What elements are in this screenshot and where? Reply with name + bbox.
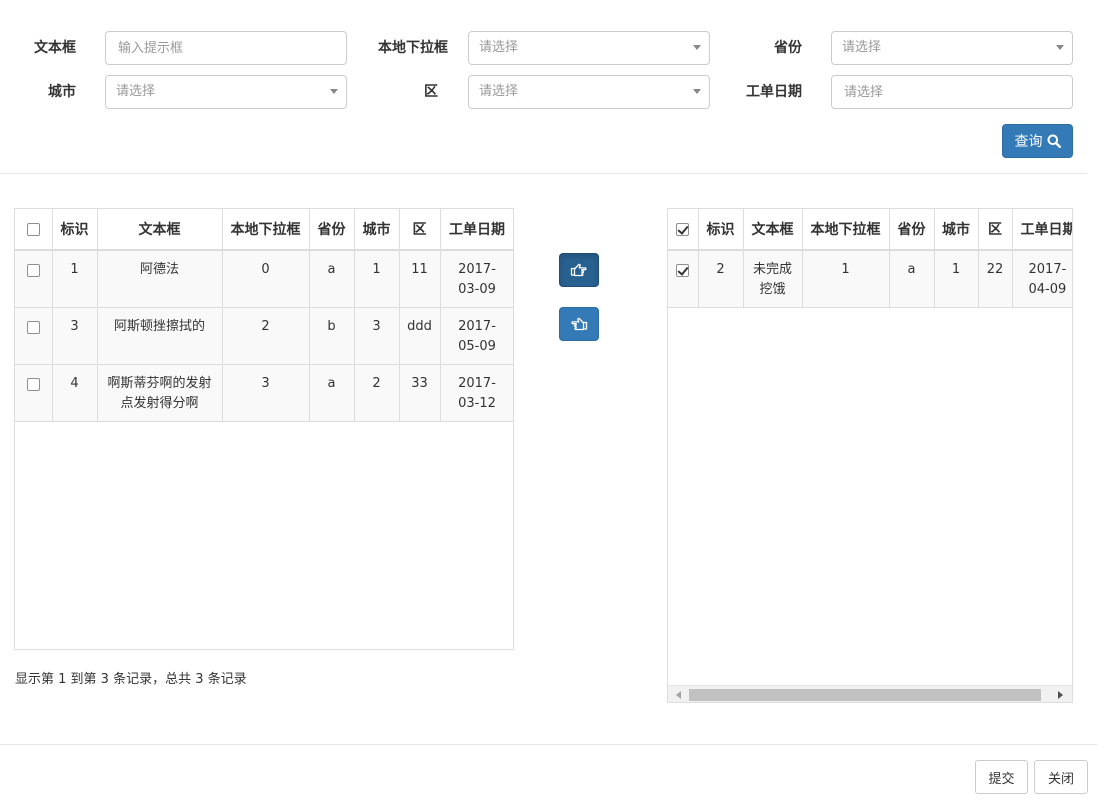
cell-local: 3 [222,364,310,422]
cell-district: 22 [978,250,1013,308]
cell-date: 2017- 04-09 [1012,250,1072,308]
table-row[interactable]: 3 阿斯顿挫擦拭的 2 b 3 ddd 2017- 05-09 [15,307,513,365]
cell-text: 阿德法 [97,250,223,308]
cell-city: 1 [354,250,400,308]
cell-province: a [309,250,355,308]
close-button[interactable]: 关闭 [1034,760,1088,794]
cell-id: 4 [52,364,98,422]
city-label: 城市 [48,84,76,100]
cell-district: ddd [399,307,441,365]
footer-divider [0,744,1097,745]
header-checkbox-cell [15,209,53,251]
row-checkbox-cell [15,250,53,308]
move-left-button[interactable] [559,307,599,341]
local-dropdown-label: 本地下拉框 [378,40,448,56]
row-checkbox[interactable] [676,264,690,277]
col-date[interactable]: 工单日期 [440,209,513,251]
right-table-header: 标识 文本框 本地下拉框 省份 城市 区 工单日期 [668,209,1072,251]
cell-local: 1 [802,250,890,308]
row-checkbox[interactable] [26,264,40,277]
divider [0,173,1087,174]
right-table: 标识 文本框 本地下拉框 省份 城市 区 工单日期 2 未完成挖饿 1 a 1 … [667,208,1073,703]
table-row[interactable]: 2 未完成挖饿 1 a 1 22 2017- 04-09 [668,250,1072,308]
move-right-button[interactable] [559,253,599,287]
select-all-checkbox[interactable] [26,222,40,236]
district-label: 区 [424,84,438,100]
chevron-down-icon [693,45,701,50]
scroll-right-icon[interactable] [1058,691,1063,699]
query-button-label: 查询 [1014,134,1043,150]
cell-district: 11 [399,250,441,308]
col-city[interactable]: 城市 [354,209,400,251]
left-table-header: 标识 文本框 本地下拉框 省份 城市 区 工单日期 [15,209,513,251]
col-text[interactable]: 文本框 [743,209,803,251]
text-box-label: 文本框 [34,40,76,56]
cell-id: 3 [52,307,98,365]
cell-date: 2017- 03-09 [440,250,513,308]
query-button[interactable]: 查询 [1002,124,1073,158]
province-select[interactable]: 请选择 [831,31,1073,65]
chevron-down-icon [1056,45,1064,50]
district-placeholder: 请选择 [479,84,519,99]
cell-date: 2017- 03-12 [440,364,513,422]
cell-province: a [309,364,355,422]
local-dropdown-select[interactable]: 请选择 [468,31,710,65]
work-date-label: 工单日期 [746,84,802,100]
header-checkbox-cell [668,209,699,251]
province-placeholder: 请选择 [842,40,882,55]
horizontal-scrollbar[interactable] [668,685,1072,702]
col-local[interactable]: 本地下拉框 [802,209,890,251]
city-select[interactable]: 请选择 [105,75,347,109]
col-city[interactable]: 城市 [934,209,979,251]
cell-province: b [309,307,355,365]
province-label: 省份 [774,40,802,56]
cell-city: 2 [354,364,400,422]
chevron-down-icon [693,89,701,94]
select-all-checkbox[interactable] [676,222,690,236]
pagination-info: 显示第 1 到第 3 条记录，总共 3 条记录 [15,672,247,687]
row-checkbox-cell [15,307,53,365]
left-table: 标识 文本框 本地下拉框 省份 城市 区 工单日期 1 阿德法 0 a 1 11… [14,208,514,650]
cell-text: 未完成挖饿 [743,250,803,308]
col-district[interactable]: 区 [399,209,441,251]
chevron-down-icon [330,89,338,94]
cell-local: 2 [222,307,310,365]
table-row[interactable]: 4 啊斯蒂芬啊的发射点发射得分啊 3 a 2 33 2017- 03-12 [15,364,513,422]
cell-text: 啊斯蒂芬啊的发射点发射得分啊 [97,364,223,422]
search-icon [1047,134,1061,148]
cell-local: 0 [222,250,310,308]
row-checkbox-cell [15,364,53,422]
table-row[interactable]: 1 阿德法 0 a 1 11 2017- 03-09 [15,250,513,308]
row-checkbox[interactable] [26,320,40,334]
cell-province: a [889,250,935,308]
cell-city: 3 [354,307,400,365]
city-placeholder: 请选择 [116,84,156,99]
scrollbar-thumb[interactable] [689,689,1041,701]
hand-point-left-icon [571,317,588,331]
cell-id: 1 [52,250,98,308]
col-date[interactable]: 工单日期 [1012,209,1072,251]
cell-city: 1 [934,250,979,308]
col-province[interactable]: 省份 [309,209,355,251]
col-district[interactable]: 区 [978,209,1013,251]
cell-id: 2 [698,250,744,308]
text-box-input[interactable] [105,31,347,65]
col-text[interactable]: 文本框 [97,209,223,251]
submit-button[interactable]: 提交 [975,760,1028,794]
scroll-left-icon[interactable] [676,691,681,699]
col-id[interactable]: 标识 [52,209,98,251]
hand-point-right-icon [570,263,587,277]
work-date-input[interactable] [831,75,1073,109]
cell-text: 阿斯顿挫擦拭的 [97,307,223,365]
col-id[interactable]: 标识 [698,209,744,251]
row-checkbox[interactable] [26,377,40,391]
row-checkbox-cell [668,250,699,308]
cell-date: 2017- 05-09 [440,307,513,365]
district-select[interactable]: 请选择 [468,75,710,109]
col-province[interactable]: 省份 [889,209,935,251]
local-dropdown-placeholder: 请选择 [479,40,519,55]
cell-district: 33 [399,364,441,422]
col-local[interactable]: 本地下拉框 [222,209,310,251]
